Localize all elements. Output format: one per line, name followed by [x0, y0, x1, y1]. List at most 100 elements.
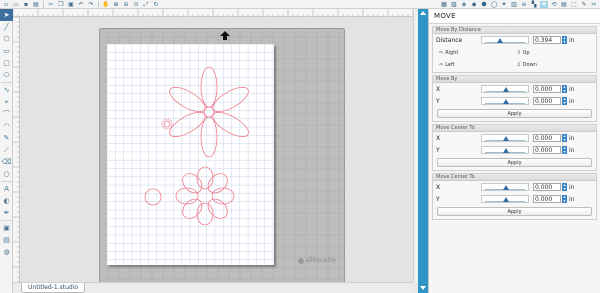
store-icon[interactable]: ▤: [0, 234, 13, 246]
zoom-select-icon[interactable]: ⊙: [132, 1, 140, 8]
knife-icon[interactable]: ⟋: [0, 144, 13, 156]
move-down-button[interactable]: ⇩ Down: [517, 62, 537, 68]
x-stepper[interactable]: ▴ ▾: [562, 183, 567, 191]
library-icon[interactable]: ▣: [0, 222, 13, 234]
redraw-icon[interactable]: ↻: [152, 1, 160, 8]
sun-shape-small[interactable]: [161, 118, 173, 130]
eraser-icon[interactable]: ⌫: [0, 156, 13, 168]
flower-shape-medium[interactable]: [175, 166, 235, 226]
move-up-button[interactable]: ⇧ Up: [517, 50, 530, 56]
panel-icon-3[interactable]: ◈: [460, 1, 468, 8]
panel-icon-16[interactable]: ✂: [590, 1, 598, 8]
distance-slider[interactable]: [481, 36, 529, 44]
horizontal-scrollbar[interactable]: Untitled-1.studio: [13, 282, 413, 293]
right-label: Right: [445, 50, 459, 56]
panel-icon-7[interactable]: ✦: [500, 1, 508, 8]
panel-icon-1[interactable]: ▦: [440, 1, 448, 8]
y-slider[interactable]: [481, 146, 529, 154]
text-icon[interactable]: A: [0, 183, 13, 195]
slider-thumb[interactable]: [503, 148, 509, 153]
circle-icon[interactable]: ○: [0, 168, 13, 180]
unit-label: in: [569, 146, 575, 154]
y-stepper[interactable]: ▴ ▾: [562, 146, 567, 154]
slider-thumb[interactable]: [503, 185, 509, 190]
apply-button[interactable]: Apply: [437, 207, 592, 216]
pen-icon[interactable]: ✎: [0, 132, 13, 144]
x-input[interactable]: 0.000: [533, 134, 561, 142]
scroll-up-icon[interactable]: [420, 11, 426, 15]
slider-thumb[interactable]: [497, 38, 503, 43]
paste-icon[interactable]: ▣: [67, 1, 75, 8]
panel-icon-4[interactable]: ◆: [470, 1, 478, 8]
fill-icon[interactable]: ◐: [0, 195, 13, 207]
left-toolbar-divider: [0, 181, 12, 182]
panel-icon-2[interactable]: ▧: [450, 1, 458, 8]
x-slider[interactable]: [481, 183, 529, 191]
undo-icon[interactable]: ↶: [77, 1, 85, 8]
document-tab[interactable]: Untitled-1.studio: [21, 283, 86, 293]
x-input[interactable]: 0.000: [533, 85, 561, 93]
scroll-down-icon[interactable]: [420, 286, 426, 290]
redo-icon[interactable]: ↷: [87, 1, 95, 8]
design-page[interactable]: [107, 44, 274, 265]
cut-icon[interactable]: ✂: [47, 1, 55, 8]
move-left-button[interactable]: ⇦ Left: [439, 62, 455, 68]
curve-icon[interactable]: ⌒: [0, 108, 13, 120]
distance-input[interactable]: 0.394: [533, 36, 561, 44]
canvas-workspace[interactable]: silhouette: [20, 17, 413, 287]
pattern-icon[interactable]: ✒: [0, 207, 13, 219]
distance-stepper[interactable]: ▴ ▾: [562, 36, 567, 44]
slider-thumb[interactable]: [503, 197, 509, 202]
y-input[interactable]: 0.000: [533, 146, 561, 154]
y-input[interactable]: 0.000: [533, 97, 561, 105]
new-doc-icon[interactable]: ▫: [2, 1, 10, 8]
circle-shape[interactable]: [144, 188, 162, 206]
point-edit-icon[interactable]: ⌖: [0, 96, 13, 108]
line-icon[interactable]: ╱: [0, 21, 13, 33]
rounded-rect-icon[interactable]: ▢: [0, 57, 13, 69]
x-stepper[interactable]: ▴ ▾: [562, 85, 567, 93]
print-icon[interactable]: ▤: [32, 1, 40, 8]
slider-thumb[interactable]: [503, 87, 509, 92]
panel-icon-9[interactable]: ≡: [520, 1, 528, 8]
y-stepper[interactable]: ▴ ▾: [562, 195, 567, 203]
zoom-in-icon[interactable]: ⊕: [112, 1, 120, 8]
y-row: Y 0.000 ▴ ▾ in: [433, 144, 596, 156]
x-stepper[interactable]: ▴ ▾: [562, 134, 567, 142]
select-icon[interactable]: ➤: [0, 9, 13, 21]
panel-icon-13[interactable]: ▤: [560, 1, 568, 8]
panel-icon-8[interactable]: ▥: [510, 1, 518, 8]
x-input[interactable]: 0.000: [533, 183, 561, 191]
panel-icon-10[interactable]: ▚: [530, 1, 538, 8]
open-icon[interactable]: ▭: [12, 1, 20, 8]
apply-button[interactable]: Apply: [437, 158, 592, 167]
rectangle-icon[interactable]: ▭: [0, 45, 13, 57]
copy-icon[interactable]: ❐: [57, 1, 65, 8]
fit-icon[interactable]: ⤢: [142, 1, 150, 8]
panel-icon-15[interactable]: ✎: [580, 1, 588, 8]
save-icon[interactable]: ▪: [22, 1, 30, 8]
slider-thumb[interactable]: [503, 99, 509, 104]
ellipse-icon[interactable]: ⬭: [0, 69, 13, 81]
panel-scrollbar[interactable]: [418, 9, 428, 293]
y-stepper[interactable]: ▴ ▾: [562, 97, 567, 105]
zoom-out-icon[interactable]: ⊖: [122, 1, 130, 8]
freehand-icon[interactable]: ∿: [0, 84, 13, 96]
shape-library-icon[interactable]: ◍: [0, 246, 13, 258]
move-right-button[interactable]: ⇨ Right: [439, 50, 458, 56]
polygon-icon[interactable]: ⬠: [0, 33, 13, 45]
panel-icon-5[interactable]: ⬢: [480, 1, 488, 8]
slider-thumb[interactable]: [503, 136, 509, 141]
y-slider[interactable]: [481, 97, 529, 105]
x-slider[interactable]: [481, 85, 529, 93]
panel-icon-14[interactable]: ⬚: [570, 1, 578, 8]
y-slider[interactable]: [481, 195, 529, 203]
arc-icon[interactable]: ◠: [0, 120, 13, 132]
pan-icon[interactable]: ✋: [102, 1, 110, 8]
apply-button[interactable]: Apply: [437, 109, 592, 118]
y-input[interactable]: 0.000: [533, 195, 561, 203]
move-panel-icon[interactable]: ✥: [540, 0, 548, 8]
panel-icon-12[interactable]: ⟲: [550, 1, 558, 8]
panel-icon-6[interactable]: ◯: [490, 1, 498, 8]
x-slider[interactable]: [481, 134, 529, 142]
